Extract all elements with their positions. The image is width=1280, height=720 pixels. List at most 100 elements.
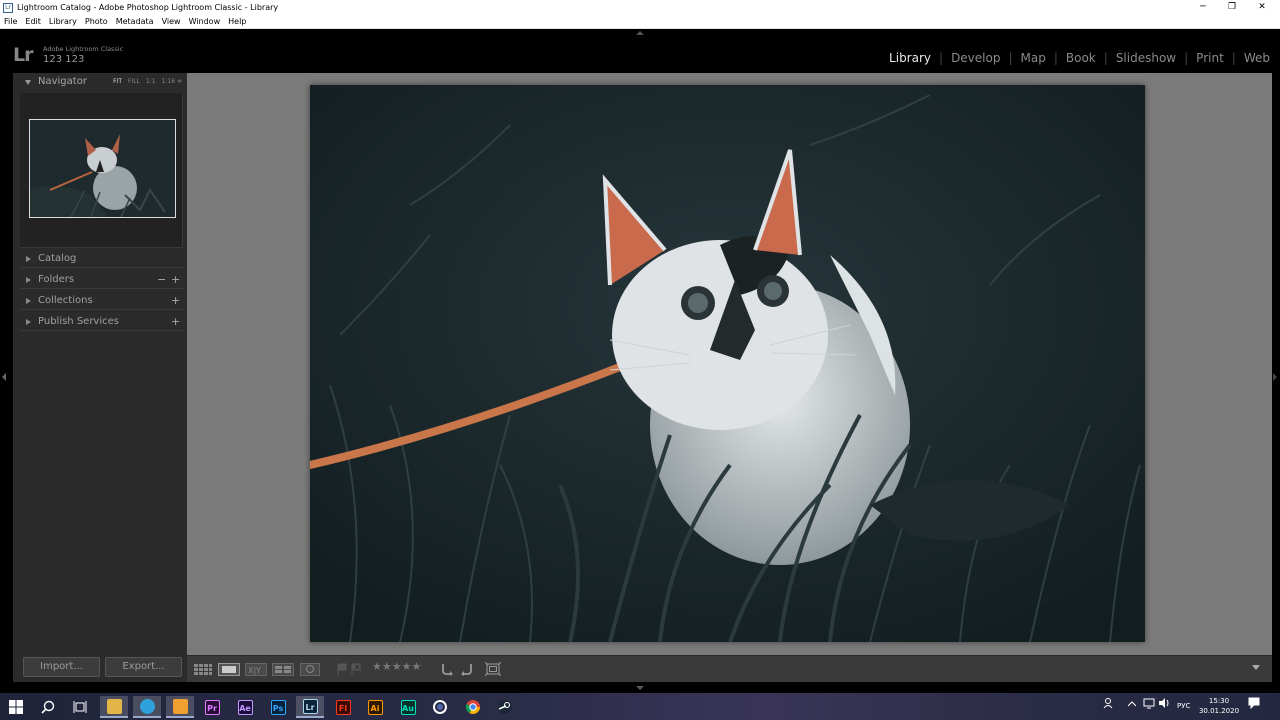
expand-triangle-icon (26, 256, 31, 262)
volume-icon[interactable] (1158, 697, 1170, 711)
people-tray-icon[interactable] (1103, 697, 1115, 711)
catalog-user-name: 123 123 (43, 54, 85, 65)
toolbar-content-dropdown-icon[interactable] (1252, 665, 1260, 670)
star-rating[interactable]: ★★★★★ (372, 660, 421, 673)
expand-triangle-icon (26, 319, 31, 325)
navigator-thumbnail[interactable] (29, 119, 176, 218)
restore-icon[interactable]: ❐ (1218, 0, 1246, 15)
zoom-custom[interactable]: 1:16 ≑ (162, 78, 182, 85)
module-picker: Library | Develop | Map | Book | Slidesh… (881, 51, 1270, 65)
lightroom-app-icon: Lr (3, 2, 13, 13)
menu-view[interactable]: View (158, 17, 185, 26)
expand-triangle-icon (26, 298, 31, 304)
menu-bar: File Edit Library Photo Metadata View Wi… (0, 15, 1280, 29)
moment-app-icon[interactable] (166, 696, 194, 718)
app-glyph (139, 698, 155, 714)
module-web[interactable]: Web (1236, 51, 1270, 65)
task-view-icon[interactable] (66, 696, 94, 718)
search-icon[interactable] (34, 696, 62, 718)
module-map[interactable]: Map (1013, 51, 1054, 65)
product-name: Adobe Lightroom Classic (43, 45, 124, 53)
navigator-header[interactable]: Navigator FIT FILL 1:1 1:16 ≑ (20, 76, 184, 90)
collapse-right-panel-icon[interactable] (1273, 373, 1277, 381)
module-library[interactable]: Library (881, 51, 939, 65)
menu-help[interactable]: Help (224, 17, 250, 26)
minimize-icon[interactable]: ─ (1189, 0, 1217, 15)
panel-folders[interactable]: Folders − + (20, 273, 184, 289)
zoom-1-1[interactable]: 1:1 (146, 78, 156, 85)
input-language[interactable]: РУС (1177, 702, 1190, 710)
show-hidden-icons-icon[interactable] (1127, 701, 1137, 709)
panel-label: Catalog (38, 253, 77, 264)
system-clock[interactable]: 15:30 30.01.2020 (1198, 696, 1240, 716)
svg-text:X|Y: X|Y (248, 666, 261, 675)
lightroom-icon[interactable]: Lr (296, 696, 324, 718)
add-folder-icon[interactable]: + (171, 273, 180, 286)
panel-collections[interactable]: Collections + (20, 294, 184, 310)
telegram-icon[interactable] (133, 696, 161, 718)
lr-logo: Lr (13, 44, 34, 66)
menu-library[interactable]: Library (45, 17, 81, 26)
reject-flag-icon[interactable] (350, 661, 362, 675)
compare-view-icon[interactable]: X|Y (245, 661, 267, 676)
panel-label: Collections (38, 295, 93, 306)
import-button[interactable]: Import... (23, 657, 100, 677)
window-titlebar: Lr Lightroom Catalog - Adobe Photoshop L… (0, 0, 1280, 15)
chrome-icon[interactable] (459, 696, 487, 718)
app-glyph (172, 698, 188, 714)
collapse-left-panel-icon[interactable] (2, 373, 6, 381)
export-button[interactable]: Export... (105, 657, 182, 677)
remove-folder-icon[interactable]: − (157, 273, 166, 286)
after-effects-icon[interactable]: Ae (231, 696, 259, 718)
network-icon[interactable] (1143, 697, 1155, 711)
collapse-filmstrip-icon[interactable] (636, 686, 644, 690)
zoom-fill[interactable]: FILL (128, 78, 140, 85)
collapse-top-panel-icon[interactable] (636, 31, 644, 35)
zoom-fit[interactable]: FIT (113, 78, 122, 85)
illustrator-icon[interactable]: Ai (361, 696, 389, 718)
navigator-title: Navigator (38, 76, 87, 87)
cortana-circle-icon[interactable] (426, 696, 454, 718)
panel-publish-services[interactable]: Publish Services + (20, 315, 184, 331)
cat-thumbnail-image (30, 120, 175, 217)
rotate-left-icon[interactable] (440, 661, 454, 676)
crop-overlay-icon[interactable] (484, 661, 502, 677)
menu-photo[interactable]: Photo (81, 17, 112, 26)
module-book[interactable]: Book (1058, 51, 1104, 65)
menu-file[interactable]: File (0, 17, 21, 26)
clock-time: 15:30 (1208, 697, 1230, 705)
premiere-icon[interactable]: Pr (198, 696, 226, 718)
audition-icon[interactable]: Au (394, 696, 422, 718)
app-glyph (106, 698, 122, 714)
cat-photo-image (310, 85, 1145, 642)
close-icon[interactable]: ✕ (1248, 0, 1276, 15)
panel-label: Folders (38, 274, 75, 285)
pick-flag-icon[interactable] (336, 661, 348, 675)
expand-triangle-icon (25, 80, 31, 85)
panel-catalog[interactable]: Catalog (20, 252, 184, 268)
loupe-view-icon[interactable] (218, 661, 240, 676)
menu-metadata[interactable]: Metadata (112, 17, 158, 26)
panel-label: Publish Services (38, 316, 119, 327)
windows-start-icon[interactable] (2, 696, 30, 718)
window-title: Lightroom Catalog - Adobe Photoshop Ligh… (17, 3, 279, 12)
menu-edit[interactable]: Edit (21, 17, 45, 26)
module-develop[interactable]: Develop (943, 51, 1008, 65)
expand-triangle-icon (26, 277, 31, 283)
main-photo[interactable] (310, 85, 1145, 642)
file-explorer-icon[interactable] (100, 696, 128, 718)
action-center-icon[interactable] (1248, 697, 1260, 711)
steam-icon[interactable] (491, 696, 519, 718)
flash-icon[interactable]: Fl (329, 696, 357, 718)
module-print[interactable]: Print (1188, 51, 1232, 65)
grid-view-icon[interactable] (193, 661, 213, 675)
survey-view-icon[interactable] (272, 661, 294, 676)
menu-window[interactable]: Window (185, 17, 225, 26)
photoshop-icon[interactable]: Ps (264, 696, 292, 718)
add-collection-icon[interactable]: + (171, 294, 180, 307)
rotate-right-icon[interactable] (460, 661, 474, 676)
module-slideshow[interactable]: Slideshow (1108, 51, 1184, 65)
people-view-icon[interactable] (300, 661, 322, 676)
clock-date: 30.01.2020 (1198, 707, 1240, 715)
add-publish-service-icon[interactable]: + (171, 315, 180, 328)
